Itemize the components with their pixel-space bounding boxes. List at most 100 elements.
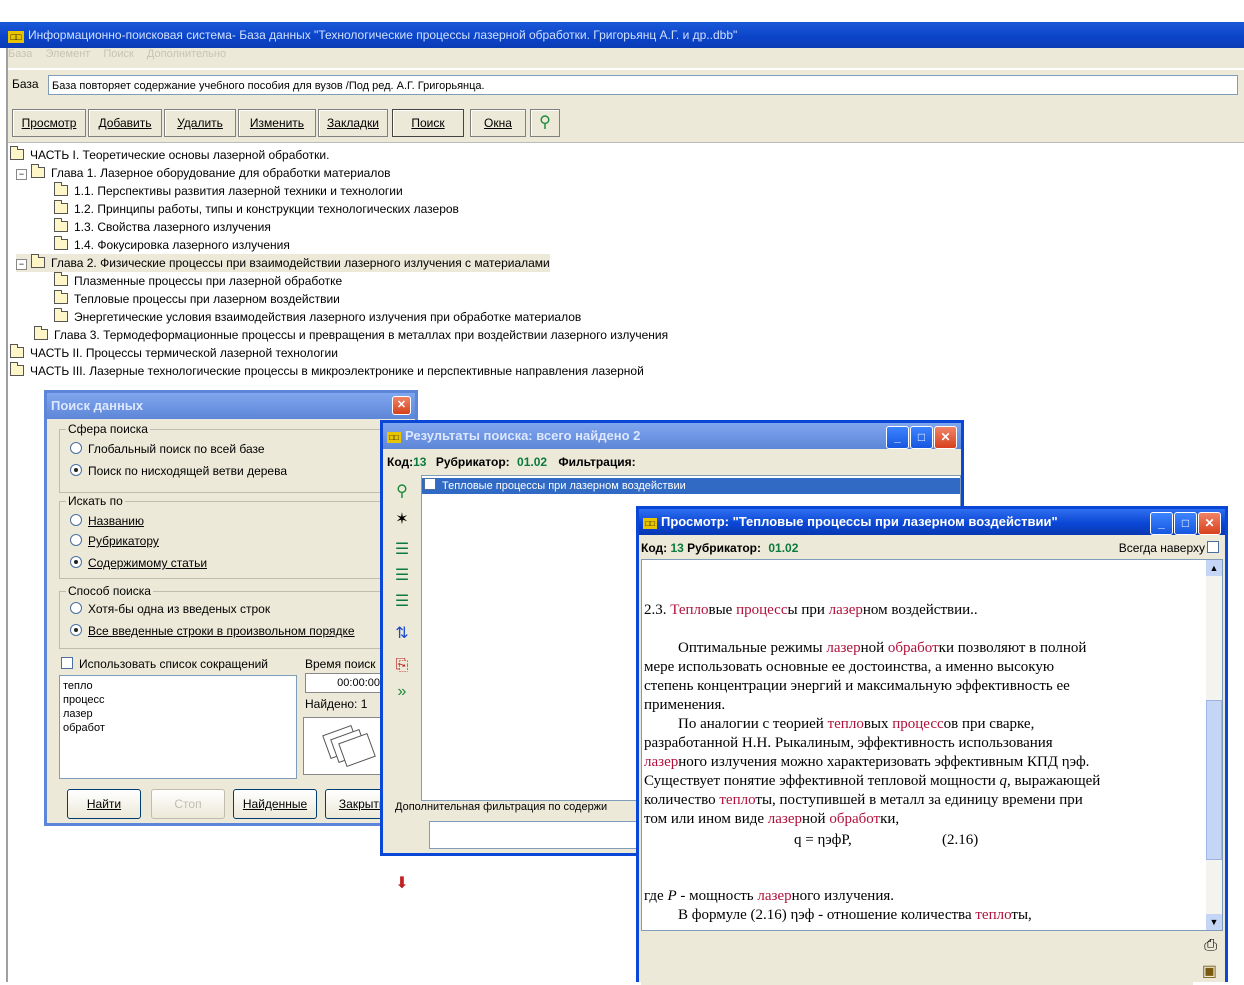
menu-additional[interactable]: Дополнительно (147, 48, 226, 60)
tree-node[interactable]: Плазменные процессы при лазерной обработ… (54, 272, 342, 290)
tree-node[interactable]: ЧАСТЬ I. Теоретические основы лазерной о… (10, 146, 329, 164)
result-row[interactable]: Тепловые процессы при лазерном воздейств… (422, 478, 960, 494)
print-icon[interactable]: ⎙ (1204, 937, 1217, 955)
scroll-thumb[interactable] (1206, 700, 1222, 860)
app-icon: □□ (643, 518, 657, 529)
results-title: Результаты поиска: всего найдено 2 (405, 428, 641, 443)
edit-button[interactable]: Изменить (238, 109, 316, 137)
menu-bar: База Элемент Поиск Дополнительно (8, 48, 1244, 68)
save-icon[interactable]: ▣ (1202, 961, 1217, 981)
scroll-down-icon[interactable]: ▼ (1206, 914, 1222, 930)
article-line: мере использовать основные ее достоинств… (644, 659, 1055, 675)
search-dialog-title-bar: Поиск данных ✕ (47, 393, 415, 419)
app-icon: □□ (387, 432, 401, 443)
view-window: □□ Просмотр: "Тепловые процессы при лазер… (636, 506, 1228, 985)
result-title: Тепловые процессы при лазерном воздейств… (442, 480, 686, 492)
article-line: Существует понятие эффективной тепловой … (644, 773, 1101, 789)
folder-icon (10, 146, 24, 160)
base-label: База (12, 77, 39, 91)
tree-node[interactable]: − Глава 1. Лазерное оборудование для обра… (16, 164, 391, 182)
swap-icon[interactable]: ⇅ (389, 621, 415, 647)
tree-node[interactable]: Глава 3. Термодеформационные процессы и … (34, 326, 668, 344)
maximize-icon[interactable]: □ (910, 426, 933, 449)
search-by-rubric-radio[interactable]: Рубрикатору (70, 534, 159, 548)
article-line: где P - мощность лазерного излучения. (644, 888, 895, 904)
article-line: Оптимальные режимы лазерной обработки по… (678, 640, 1087, 656)
result-checkbox[interactable] (424, 478, 436, 490)
stop-button[interactable]: Стоп (151, 789, 225, 819)
rubric-value: 01.02 (517, 455, 548, 469)
term-line: лазер (63, 708, 93, 720)
method-any-radio[interactable]: Хотя-бы одна из введеных строк (70, 602, 270, 616)
always-on-top-checkbox[interactable]: Всегда наверху (1119, 541, 1219, 555)
found-button[interactable]: Найденные (233, 789, 317, 819)
folder-icon (54, 182, 68, 196)
tree-node[interactable]: 1.2. Принципы работы, типы и конструкции… (54, 200, 459, 218)
minimize-icon[interactable]: _ (1150, 512, 1173, 535)
list-icon[interactable]: ☰ (389, 563, 415, 589)
article-line: разработанной Н.Н. Рыкалиным, эффективно… (644, 735, 1053, 751)
terms-textarea[interactable]: тепло процесс лазер обработ (59, 675, 297, 779)
forward-icon[interactable]: » (389, 679, 415, 705)
menu-base[interactable]: База (8, 48, 32, 60)
add-button[interactable]: Добавить (88, 109, 162, 137)
export-icon[interactable]: ⎘ (389, 653, 415, 679)
scope-global-radio[interactable]: Глобальный поиск по всей базе (70, 442, 265, 456)
method-all-radio[interactable]: Все введенные строки в произвольном поря… (70, 624, 355, 638)
view-button[interactable]: Просмотр (12, 109, 86, 137)
results-info-row: Код:13 Рубрикатор: 01.02 Фильтрация: (387, 455, 636, 469)
collapse-icon[interactable]: − (16, 259, 27, 270)
bookmarks-button[interactable]: Закладки (318, 109, 388, 137)
tree-node[interactable]: ЧАСТЬ III. Лазерные технологические проц… (10, 362, 644, 380)
search-by-content-radio[interactable]: Содержимому статьи (70, 556, 207, 570)
code-value: 13 (670, 541, 684, 555)
search-by-name-radio[interactable]: Названию (70, 514, 144, 528)
close-icon[interactable]: ✕ (392, 396, 411, 415)
tree-node[interactable]: ЧАСТЬ II. Процессы термической лазерной … (10, 344, 338, 362)
base-description-field[interactable]: База повторяет содержание учебного пособ… (48, 75, 1238, 95)
search-icon[interactable]: ⚲ (530, 109, 560, 137)
method-group: Способ поиска Хотя-бы одна из введеных с… (59, 584, 409, 649)
find-button[interactable]: Найти (67, 789, 141, 819)
app-icon: □□ (8, 31, 24, 43)
search-by-group-title: Искать по (66, 494, 125, 508)
main-toolbar: Просмотр Добавить Удалить Изменить Закла… (8, 104, 1244, 143)
list-icon[interactable]: ☰ (389, 589, 415, 615)
scroll-up-icon[interactable]: ▲ (1206, 560, 1222, 576)
vertical-scrollbar[interactable]: ▲ ▼ (1206, 560, 1222, 930)
scope-branch-radio[interactable]: Поиск по нисходящей ветви дерева (70, 464, 287, 478)
abbrev-checkbox[interactable]: Использовать список сокращений (61, 657, 268, 671)
minimize-icon[interactable]: _ (886, 426, 909, 449)
tree-node[interactable]: Энергетические условия взаимодействия ла… (54, 308, 581, 326)
collapse-icon[interactable]: − (16, 169, 27, 180)
article-line: том или ином виде лазерной обработки, (644, 811, 900, 827)
walk-icon[interactable]: ✶ (389, 507, 415, 533)
down-arrow-icon[interactable]: ⬇ (389, 871, 415, 897)
main-frame-left (6, 48, 8, 982)
tree-node[interactable]: 1.3. Свойства лазерного излучения (54, 218, 271, 236)
menu-search[interactable]: Поиск (103, 48, 133, 60)
maximize-icon[interactable]: □ (1174, 512, 1197, 535)
folder-icon (54, 200, 68, 214)
close-icon[interactable]: ✕ (1198, 512, 1221, 535)
scope-group: Сфера поиска Глобальный поиск по всей ба… (59, 422, 409, 493)
tree-node[interactable]: 1.1. Перспективы развития лазерной техни… (54, 182, 403, 200)
search-button[interactable]: Поиск (392, 109, 464, 137)
menu-element[interactable]: Элемент (45, 48, 90, 60)
tree-node[interactable]: 1.4. Фокусировка лазерного излучения (54, 236, 290, 254)
tree-node[interactable]: Тепловые процессы при лазерном воздейств… (54, 290, 340, 308)
time-label: Время поиск (305, 657, 376, 671)
folder-icon (10, 344, 24, 358)
search-icon[interactable]: ⚲ (389, 479, 415, 505)
rubric-value: 01.02 (768, 541, 799, 555)
close-icon[interactable]: ✕ (934, 426, 957, 449)
folder-icon (54, 236, 68, 250)
article-line: степень концентрации энергий и максималь… (644, 678, 1070, 694)
delete-button[interactable]: Удалить (164, 109, 236, 137)
list-icon[interactable]: ☰ (389, 537, 415, 563)
tree-node[interactable]: − Глава 2. Физические процессы при взаимо… (16, 254, 550, 272)
term-line: процесс (63, 694, 105, 706)
folder-icon (54, 218, 68, 232)
windows-button[interactable]: Окна (470, 109, 526, 137)
main-title: Информационно-поисковая система- База да… (28, 28, 738, 42)
